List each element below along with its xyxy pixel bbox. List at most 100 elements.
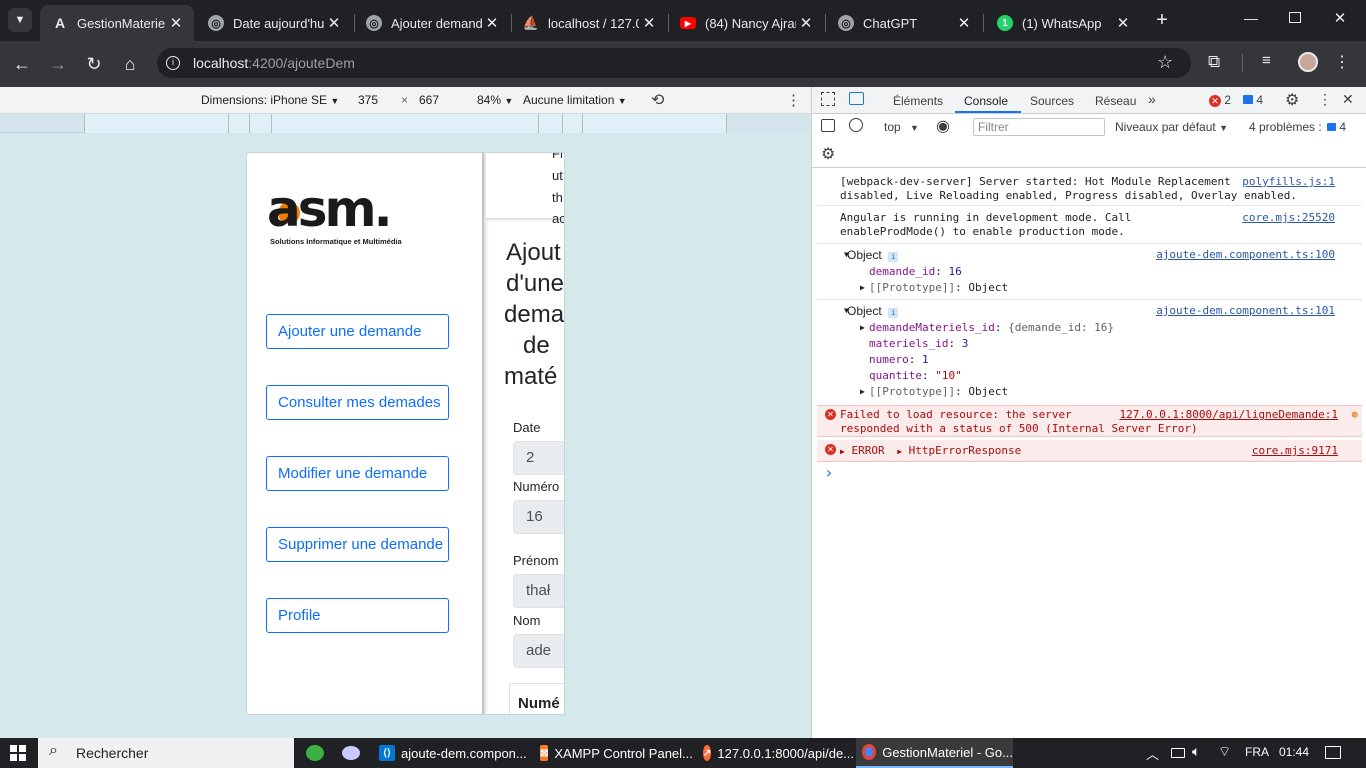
tab-network[interactable]: Réseau — [1095, 94, 1136, 108]
volume-icon[interactable]: 🔈︎ — [1192, 743, 1200, 760]
extensions-icon[interactable]: ⧉ — [1208, 52, 1228, 72]
tab-whatsapp[interactable]: 1 (1) WhatsApp ✕ — [985, 5, 1141, 41]
expand-triangle-icon[interactable]: ▶ — [860, 281, 865, 295]
console-object[interactable]: ▼ Object i demande_id: 16 ▶ [[Prototype]]:… — [817, 248, 1362, 295]
ruler-segment[interactable] — [271, 114, 539, 133]
edit-demand-button[interactable]: Modifier une demande — [266, 456, 449, 491]
console-object[interactable]: ▼ Object i ▶ demandeMateriels_id: {demande… — [817, 304, 1362, 399]
delete-demand-button[interactable]: Supprimer une demande — [266, 527, 449, 562]
devtools-menu-icon[interactable]: ⋮ — [1318, 91, 1332, 108]
device-toggle-icon[interactable] — [849, 92, 864, 105]
network-request-icon[interactable]: ⊛ — [1351, 408, 1358, 422]
issues-button[interactable]: 4 problèmes : 4 — [1249, 120, 1346, 134]
context-select[interactable]: top ▼ — [884, 120, 919, 134]
tab-elements[interactable]: Éléments — [893, 94, 943, 108]
ruler-segment[interactable] — [538, 114, 562, 133]
url-text[interactable]: localhost:4200/ajouteDem — [193, 55, 355, 71]
sidebar-toggle-icon[interactable] — [821, 119, 835, 132]
console-prompt[interactable]: › — [824, 463, 834, 482]
notifications-icon[interactable] — [1325, 746, 1341, 759]
source-link[interactable]: core.mjs:9171 — [1252, 444, 1338, 458]
tab-ajouter-demande[interactable]: ◎ Ajouter demande ✕ — [354, 5, 510, 41]
taskbar-chrome[interactable]: GestionMateriel - Go... — [856, 738, 1013, 768]
taskbar-postman[interactable]: ↗ 127.0.0.1:8000/api/de... — [697, 738, 854, 768]
taskbar-search[interactable]: ⌕ Rechercher — [38, 738, 294, 768]
prenom-input[interactable]: thał — [513, 574, 564, 608]
throttle-select[interactable]: Aucune limitation ▼ — [523, 93, 627, 107]
forward-icon[interactable]: → — [45, 51, 71, 77]
network-icon[interactable]: ⌔ — [1218, 743, 1231, 761]
tab-search-button[interactable]: ▼ — [8, 8, 32, 32]
app-icon[interactable] — [342, 746, 360, 760]
console-settings-gear-icon[interactable]: ⚙ — [821, 144, 835, 164]
taskbar-xampp[interactable]: ⊠ XAMPP Control Panel... — [534, 738, 693, 768]
width-input[interactable]: 375 — [358, 93, 378, 107]
ruler-segment[interactable] — [562, 114, 583, 133]
close-tab-icon[interactable]: ✕ — [954, 14, 974, 32]
reload-icon[interactable]: ↻ — [81, 51, 107, 77]
media-control-icon[interactable]: ≡ — [1262, 52, 1282, 72]
device-select[interactable]: Dimensions: iPhone SE ▼ — [201, 93, 339, 107]
restore-button[interactable] — [1289, 12, 1301, 23]
tab-gestionmateriel[interactable]: A GestionMateriel ✕ — [40, 5, 194, 41]
nom-input[interactable]: ade — [513, 634, 564, 668]
expand-triangle-icon[interactable]: ▼ — [844, 248, 849, 262]
source-link[interactable]: polyfills.js:1 — [1242, 175, 1335, 189]
language-indicator[interactable]: FRA — [1245, 745, 1269, 759]
more-tabs-icon[interactable]: » — [1148, 91, 1156, 107]
ruler-segment[interactable] — [726, 114, 812, 133]
close-tab-icon[interactable]: ✕ — [324, 14, 344, 32]
add-demand-button[interactable]: Ajouter une demande — [266, 314, 449, 349]
expand-triangle-icon[interactable]: ▶ — [840, 447, 845, 456]
clock[interactable]: 01:44 — [1279, 745, 1309, 759]
numero-input[interactable]: 16 — [513, 500, 564, 534]
live-expression-eye-icon[interactable]: ◉ — [936, 116, 950, 136]
taskbar-vscode[interactable]: ⟨⟩ ajoute-dem.compon... — [373, 738, 530, 768]
tab-sources[interactable]: Sources — [1030, 94, 1074, 108]
tab-date[interactable]: ◎ Date aujourd'hui ✕ — [196, 5, 352, 41]
profile-button[interactable]: Profile — [266, 598, 449, 633]
inspect-element-icon[interactable] — [821, 92, 835, 106]
new-tab-button[interactable]: + — [1150, 8, 1174, 32]
ruler-segment[interactable] — [582, 114, 727, 133]
device-more-icon[interactable]: ⋮ — [786, 91, 801, 109]
zoom-select[interactable]: 84% ▼ — [477, 93, 513, 107]
tab-console[interactable]: Console — [964, 94, 1008, 108]
close-window-button[interactable]: ✕ — [1330, 9, 1350, 29]
source-link[interactable]: core.mjs:25520 — [1242, 211, 1335, 225]
message-count[interactable]: 4 — [1243, 93, 1263, 107]
rotate-icon[interactable]: ⟲ — [651, 90, 664, 110]
source-link[interactable]: 127.0.0.1:8000/api/ligneDemande:1 — [1119, 408, 1338, 422]
back-icon[interactable]: ← — [9, 51, 35, 77]
close-tab-icon[interactable]: ✕ — [166, 14, 186, 32]
source-link[interactable]: ajoute-dem.component.ts:101 — [1156, 304, 1335, 318]
ruler-segment[interactable] — [249, 114, 272, 133]
show-hidden-icons[interactable]: ︿ — [1146, 744, 1159, 763]
source-link[interactable]: ajoute-dem.component.ts:100 — [1156, 248, 1335, 262]
site-info-icon[interactable]: i — [166, 56, 180, 70]
close-tab-icon[interactable]: ✕ — [639, 14, 659, 32]
tab-chatgpt[interactable]: ◎ ChatGPT ✕ — [826, 5, 982, 41]
console-filter-input[interactable]: Filtrer — [973, 118, 1105, 136]
tab-phpmyadmin[interactable]: ⛵ localhost / 127.0 ✕ — [511, 5, 667, 41]
close-tab-icon[interactable]: ✕ — [1113, 14, 1133, 32]
battery-icon[interactable] — [1171, 748, 1185, 758]
profile-avatar[interactable] — [1298, 52, 1318, 72]
address-bar[interactable]: i localhost:4200/ajouteDem ☆ — [157, 48, 1191, 78]
ruler-segment[interactable] — [228, 114, 250, 133]
minimize-button[interactable]: — — [1241, 10, 1261, 30]
ruler-segment[interactable] — [84, 114, 229, 133]
error-count[interactable]: ✕ 2 — [1209, 93, 1231, 107]
browser-menu-icon[interactable]: ⋮ — [1334, 52, 1350, 72]
home-icon[interactable]: ⌂ — [117, 51, 143, 77]
log-levels-select[interactable]: Niveaux par défaut ▼ — [1115, 120, 1228, 134]
date-input[interactable]: 2 — [513, 441, 564, 475]
expand-triangle-icon[interactable]: ▶ — [860, 321, 865, 335]
expand-triangle-icon[interactable]: ▼ — [844, 304, 849, 318]
windows-start-icon[interactable] — [10, 745, 26, 761]
close-tab-icon[interactable]: ✕ — [796, 14, 816, 32]
widget-icon[interactable] — [306, 745, 324, 761]
clear-console-icon[interactable] — [849, 118, 863, 132]
expand-triangle-icon[interactable]: ▶ — [897, 447, 902, 456]
height-input[interactable]: 667 — [419, 93, 439, 107]
